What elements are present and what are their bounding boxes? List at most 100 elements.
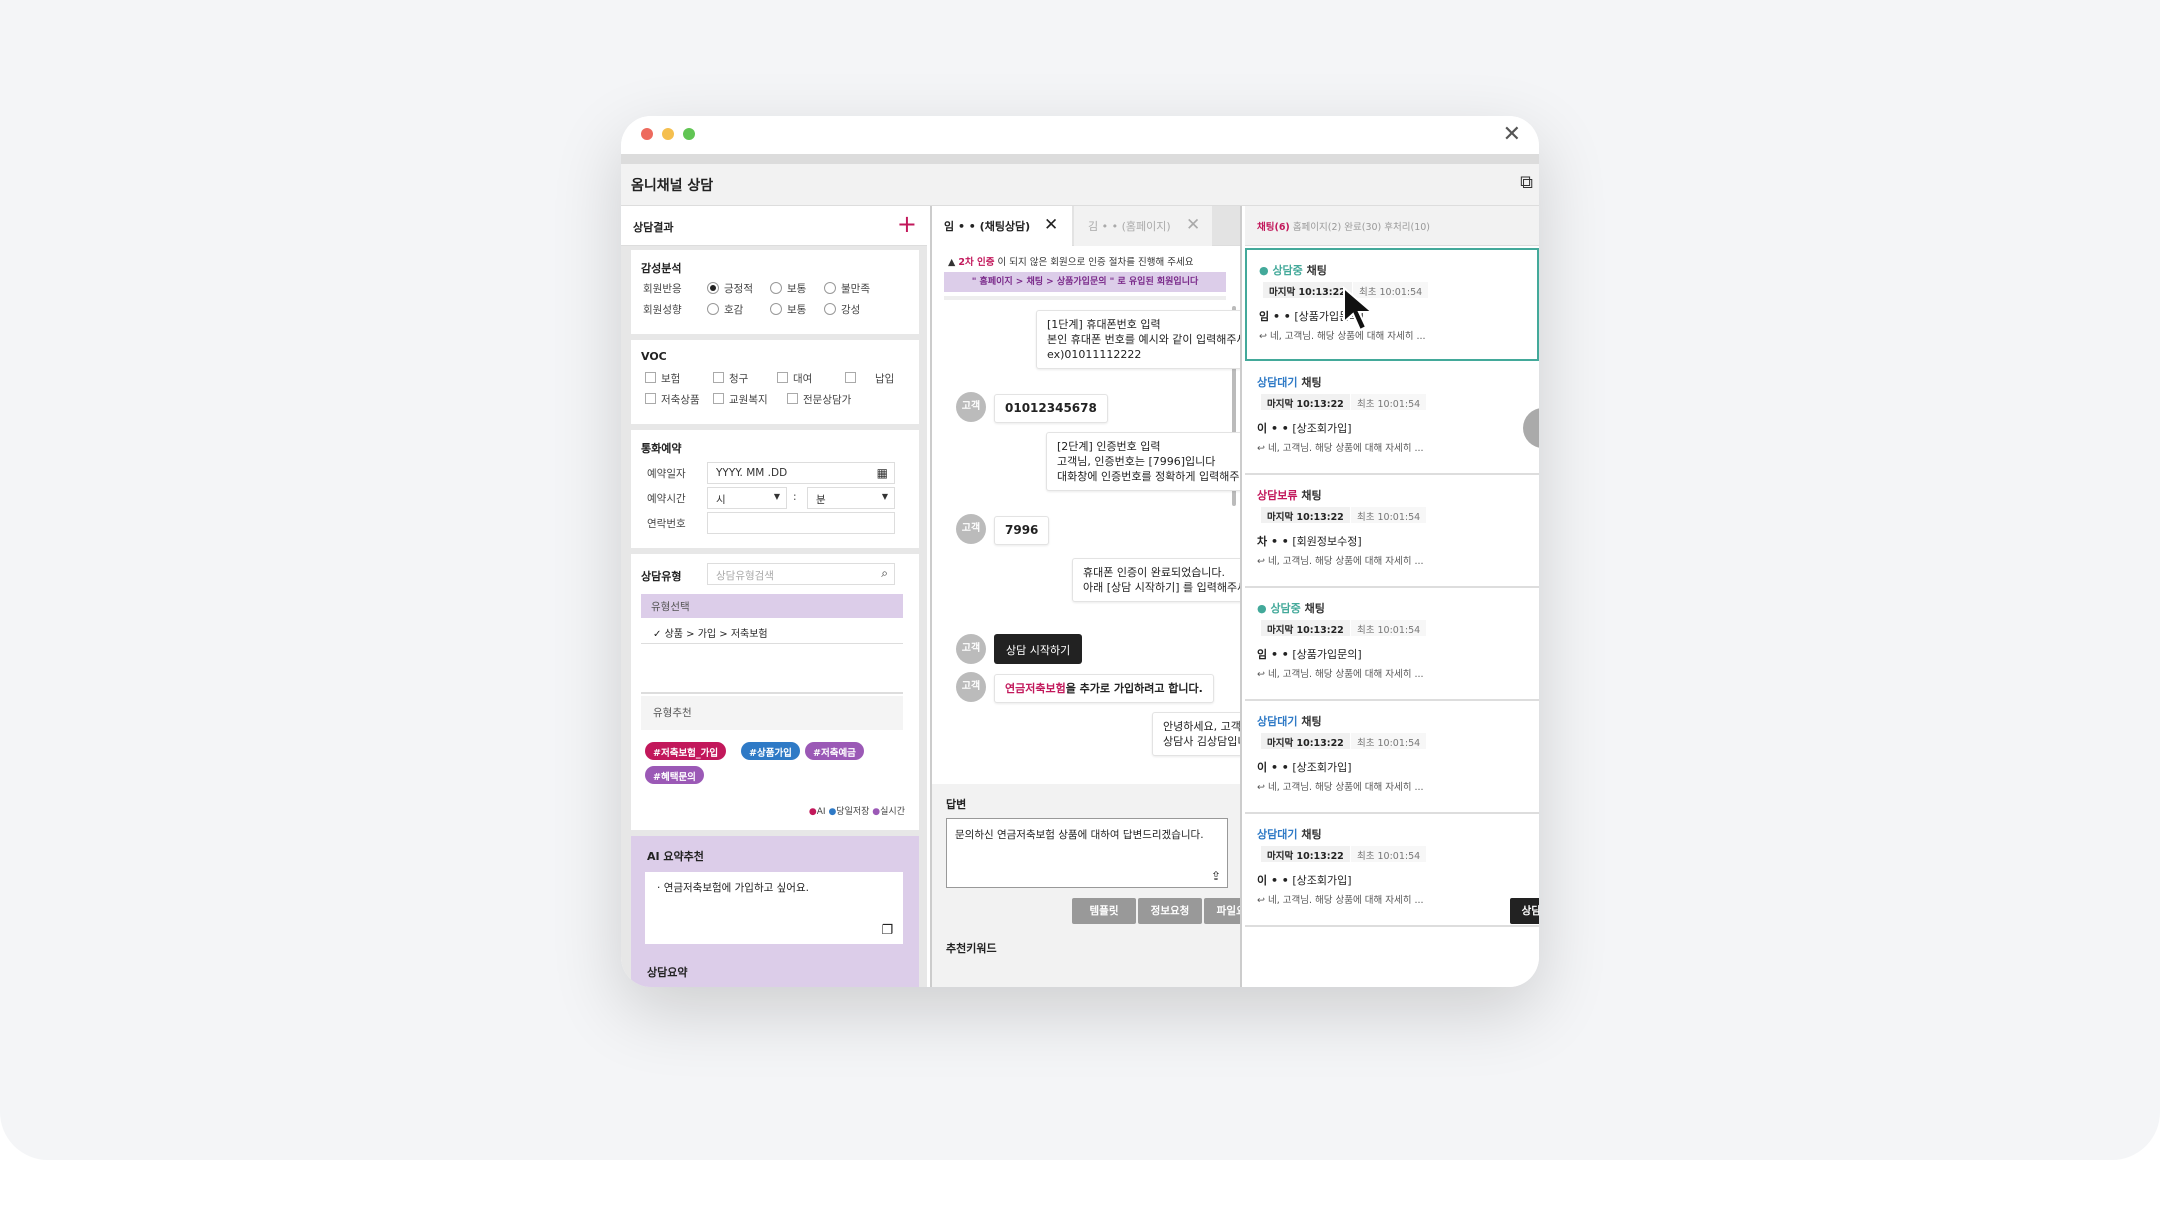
answer-title: 답변 <box>946 798 967 811</box>
phone-input[interactable] <box>707 512 895 534</box>
list-tab-post[interactable]: 후처리(10) <box>1384 222 1430 233</box>
session-card[interactable]: 상담대기 채팅 마지막 10:13:22 최초 10:01:54 이 • • [… <box>1245 701 1539 814</box>
category: [상품가입문의] <box>1292 648 1362 661</box>
session-card[interactable]: 상담대기 채팅 마지막 10:13:22 최초 10:01:54 이 • • [… <box>1245 362 1539 475</box>
add-icon[interactable]: + <box>897 210 917 238</box>
reaction-label: 회원반응 <box>643 283 682 295</box>
first-time: 최초 10:01:54 <box>1351 733 1427 749</box>
keywords-title: 추천키워드 <box>946 942 997 955</box>
voc-label: 대여 <box>793 373 813 385</box>
card-preview: ↩ 네, 고객님. 해당 상품에 대해 자세히 ... <box>1257 440 1447 454</box>
type-search-input[interactable]: 상담유형검색 ⌕ <box>707 563 895 585</box>
scroll-handle[interactable] <box>1523 408 1539 448</box>
voc-checkbox[interactable] <box>845 372 856 383</box>
radio-favorable[interactable] <box>707 303 719 315</box>
session-card[interactable]: 상담대기 채팅 마지막 10:13:22 최초 10:01:54 이 • • [… <box>1245 814 1539 927</box>
minimize-traffic-light[interactable] <box>662 128 674 140</box>
reply-icon: ↩ <box>1259 331 1270 342</box>
ai-summary-section: AI 요약추천 · 연금저축보험에 가입하고 싶어요. ❐ 상담요약 <box>631 836 919 987</box>
channel-text: 채팅 <box>1301 715 1322 728</box>
file-request-button[interactable]: 파일요청 <box>1204 898 1240 924</box>
answer-textarea-visible[interactable]: 문의하신 연금저축보험 상품에 대하여 답변드리겠습니다. ⇪ <box>946 818 1228 888</box>
radio-label: 강성 <box>841 304 861 316</box>
upload-icon[interactable]: ⇪ <box>1211 869 1221 883</box>
preview-text: 네, 고객님. 해당 상품에 대해 자세히 ... <box>1267 443 1424 454</box>
radio-strong[interactable] <box>824 303 836 315</box>
preview-text: 네, 고객님. 해당 상품에 대해 자세히 ... <box>1267 895 1424 906</box>
radio-positive[interactable] <box>707 282 719 294</box>
session-card[interactable]: 상담보류 채팅 마지막 10:13:22 최초 10:01:54 차 • • [… <box>1245 475 1539 588</box>
session-card[interactable]: ● 상담중 채팅 마지막 10:13:22 최초 10:01:54 임 • • … <box>1245 588 1539 701</box>
info-request-button[interactable]: 정보요청 <box>1138 898 1202 924</box>
tab-homepage-customer[interactable]: 김 • • (홈페이지) ✕ <box>1074 206 1212 246</box>
popout-icon[interactable]: ⧉ <box>1520 172 1533 193</box>
template-button[interactable]: 템플릿 <box>1072 898 1136 924</box>
list-tab-homepage[interactable]: 홈페이지(2) <box>1293 222 1341 233</box>
legend-label: 당일저장 <box>836 807 870 817</box>
tag-chip[interactable]: #저축예금 <box>805 742 864 760</box>
voc-checkbox[interactable] <box>787 393 798 404</box>
hour-select[interactable]: 시 ▼ <box>707 487 787 509</box>
tag-chip[interactable]: #저축보험_가입 <box>645 742 727 760</box>
tab-chat-customer[interactable]: 임 • • (채팅상담) ✕ <box>932 206 1072 246</box>
voc-checkbox[interactable] <box>645 393 656 404</box>
result-panel: 상담결과 + 감성분석 회원반응 긍정적 보통 불만족 회원성향 호감 보통 강… <box>621 206 927 987</box>
tag-chip[interactable]: #혜택문의 <box>645 766 704 784</box>
title-bar: ✕ <box>621 116 1539 154</box>
window-header: 옴니채널 상담 ⧉ <box>621 164 1539 206</box>
tab-label: 임 • • (채팅상담) <box>944 220 1031 233</box>
search-icon[interactable]: ⌕ <box>881 566 888 581</box>
list-tab-chat[interactable]: 채팅(6) <box>1257 222 1290 233</box>
mouse-cursor-icon <box>1343 286 1375 332</box>
preview-text: 네, 고객님. 해당 상품에 대해 자세히 ... <box>1267 782 1424 793</box>
minute-select[interactable]: 분 ▼ <box>807 487 895 509</box>
message-line: 고객님, 인증번호는 [7996]입니다 <box>1057 455 1216 468</box>
end-consult-button[interactable]: 상담종료 <box>1510 898 1539 924</box>
agent-message: 안녕하세요, 고객님. 상담사 김상담입니다. <box>1152 712 1240 756</box>
radio-normal-2[interactable] <box>770 303 782 315</box>
date-placeholder: YYYY. MM .DD <box>716 467 788 479</box>
ai-summary-box: · 연금저축보험에 가입하고 싶어요. ❐ <box>645 872 903 944</box>
date-label: 예약일자 <box>647 468 686 480</box>
card-status: 상담보류 채팅 <box>1257 487 1322 503</box>
maximize-traffic-light[interactable] <box>683 128 695 140</box>
category: [상조회가입] <box>1292 422 1352 435</box>
radio-normal[interactable] <box>770 282 782 294</box>
tag-chip[interactable]: #상품가입 <box>741 742 800 760</box>
last-time: 마지막 10:13:22 <box>1263 282 1352 298</box>
radio-dissatisfied[interactable] <box>824 282 836 294</box>
radio-label: 보통 <box>787 283 807 295</box>
reservation-section: 통화예약 예약일자 YYYY. MM .DD ▦ 예약시간 시 ▼ : 분 ▼ 연락번… <box>631 430 919 548</box>
message-line: 휴대폰 인증이 완료되었습니다. <box>1083 566 1226 579</box>
last-time: 마지막 10:13:22 <box>1261 620 1350 636</box>
voc-checkbox[interactable] <box>713 393 724 404</box>
close-icon[interactable]: ✕ <box>1503 122 1521 148</box>
voc-checkbox[interactable] <box>713 372 724 383</box>
app-window: ✕ 옴니채널 상담 ⧉ 상담결과 + 감성분석 회원반응 긍정적 보통 불만족 … <box>621 116 1539 987</box>
voc-checkbox[interactable] <box>777 372 788 383</box>
voc-label: 전문상담가 <box>803 394 852 406</box>
date-input[interactable]: YYYY. MM .DD ▦ <box>707 462 895 484</box>
type-select-header: 유형선택 <box>641 594 903 618</box>
message-line: 아래 [상담 시작하기] 를 입력해주세요. <box>1083 581 1240 594</box>
voc-label: 교원복지 <box>729 394 768 406</box>
channel-text: 채팅 <box>1301 828 1322 841</box>
voc-checkbox[interactable] <box>645 372 656 383</box>
calendar-icon[interactable]: ▦ <box>877 466 888 480</box>
customer-name: 임 • • <box>1259 310 1291 323</box>
close-icon[interactable]: ✕ <box>1186 215 1200 235</box>
time-colon: : <box>793 491 797 503</box>
notice-text: 이 되지 않은 회원으로 인증 절차를 진행해 주세요 <box>997 257 1194 268</box>
list-tab-done[interactable]: 완료(30) <box>1344 222 1381 233</box>
copy-icon[interactable]: ❐ <box>881 923 893 938</box>
close-icon[interactable]: ✕ <box>1044 215 1058 235</box>
session-card[interactable]: ● 상담중 채팅 마지막 10:13:22 최초 10:01:54 임 • • … <box>1245 248 1539 361</box>
sentiment-title: 감성분석 <box>641 262 682 275</box>
list-tab-bar: 채팅(6) 홈페이지(2) 완료(30) 후처리(10) <box>1245 206 1539 246</box>
type-recommend-header: 유형추천 <box>641 696 903 730</box>
consult-type-title: 상담유형 <box>641 570 682 583</box>
selected-type[interactable]: ✓ 상품 > 가입 > 저축보험 <box>641 618 903 644</box>
close-traffic-light[interactable] <box>641 128 653 140</box>
card-status: 상담대기 채팅 <box>1257 826 1322 842</box>
channel-text: 채팅 <box>1301 489 1322 502</box>
